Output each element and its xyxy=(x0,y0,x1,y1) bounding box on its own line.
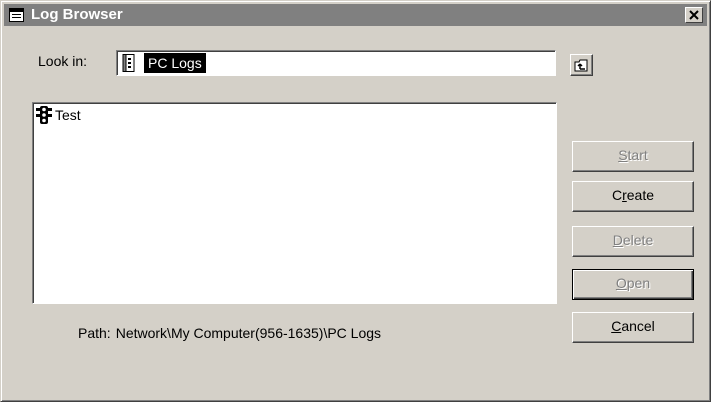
cancel-label-rest: ancel xyxy=(621,318,655,334)
log-browser-window: Log Browser Look in: PC Logs Test Start … xyxy=(0,0,711,402)
create-button[interactable]: Create xyxy=(572,181,694,212)
cancel-button[interactable]: Cancel xyxy=(572,312,694,343)
start-mnemonic: S xyxy=(618,147,628,163)
open-label-rest: pen xyxy=(626,275,651,291)
create-label-pre: C xyxy=(611,187,623,203)
path-display: Path: Network\My Computer(956-1635)\PC Lo… xyxy=(78,325,381,341)
path-label: Path: xyxy=(78,325,111,341)
traffic-light-icon xyxy=(35,106,53,124)
close-icon xyxy=(689,10,699,20)
start-label-rest: tart xyxy=(627,147,648,163)
log-folder-icon xyxy=(121,54,137,72)
delete-button[interactable]: Delete xyxy=(572,226,694,257)
list-item-label: Test xyxy=(55,107,81,123)
path-value: Network\My Computer(956-1635)\PC Logs xyxy=(115,325,382,341)
delete-mnemonic: D xyxy=(612,232,623,248)
title-bar[interactable]: Log Browser xyxy=(4,4,707,26)
window-icon xyxy=(9,8,24,22)
look-in-combobox[interactable]: PC Logs xyxy=(116,50,556,76)
window-title: Log Browser xyxy=(31,6,123,23)
up-folder-button[interactable] xyxy=(570,54,593,76)
create-label-rest: eate xyxy=(626,187,655,203)
cancel-mnemonic: C xyxy=(611,318,622,334)
look-in-selected-value: PC Logs xyxy=(144,53,206,73)
delete-label-rest: elete xyxy=(622,232,654,248)
open-mnemonic: O xyxy=(615,275,627,291)
up-folder-icon xyxy=(574,59,588,72)
look-in-label: Look in: xyxy=(38,53,88,69)
close-button[interactable] xyxy=(685,7,703,23)
start-button[interactable]: Start xyxy=(572,141,694,172)
open-button[interactable]: Open xyxy=(572,269,694,300)
log-list[interactable]: Test xyxy=(32,102,557,304)
